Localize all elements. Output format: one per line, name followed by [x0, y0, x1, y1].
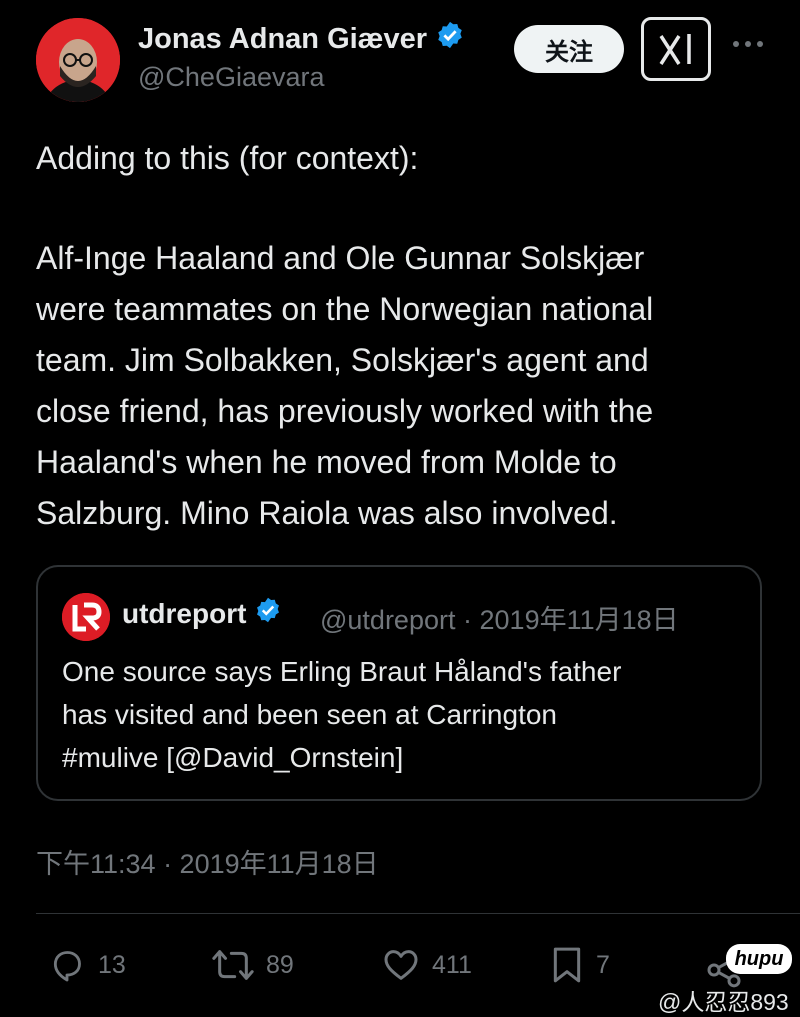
meta-separator: · — [463, 605, 472, 635]
author-avatar[interactable] — [36, 18, 120, 102]
reply-count: 13 — [98, 950, 126, 979]
like-count: 411 — [432, 950, 472, 979]
repost-icon — [212, 950, 254, 980]
tweet-text-line: Adding to this (for context): — [36, 140, 419, 176]
tweet-text-line: Alf-Inge Haaland and Ole Gunnar Solskjær — [36, 240, 645, 276]
tweet-text-line: team. Jim Solbakken, Solskjær's agent an… — [36, 342, 649, 378]
quoted-tweet-text-line: One source says Erling Braut Håland's fa… — [62, 656, 622, 687]
quoted-verified-badge-icon — [254, 596, 282, 631]
more-icon — [733, 41, 763, 47]
reply-button[interactable]: 13 — [46, 945, 126, 985]
tweet-text-line: Salzburg. Mino Raiola was also involved. — [36, 495, 618, 531]
bookmark-icon — [553, 947, 581, 983]
quoted-tweet-meta: @utdreport · 2019年11月18日 — [320, 598, 679, 637]
quoted-tweet-date: 2019年11月18日 — [479, 605, 679, 635]
quoted-author-name-text[interactable]: utdreport — [122, 598, 246, 630]
bookmark-count: 7 — [596, 950, 610, 979]
repost-count: 89 — [266, 950, 294, 979]
author-handle[interactable]: @CheGiaevara — [138, 62, 325, 93]
quoted-author-handle[interactable]: @utdreport — [320, 605, 455, 635]
author-name[interactable]: Jonas Adnan Giæver — [138, 20, 465, 58]
quoted-tweet-text-line: #mulive [@David_Ornstein] — [62, 742, 404, 773]
tweet-timestamp[interactable]: 下午11:34 · 2019年11月18日 — [36, 842, 379, 881]
follow-button[interactable]: 关注 — [514, 25, 624, 73]
more-options-button[interactable] — [726, 22, 770, 66]
quoted-author-name[interactable]: utdreport — [122, 596, 282, 631]
author-name-text[interactable]: Jonas Adnan Giæver — [138, 23, 427, 56]
hupu-logo-badge: hupu — [726, 944, 792, 974]
watermark-username: @人忍忍893 — [658, 989, 789, 1015]
quoted-author-avatar[interactable] — [62, 593, 110, 641]
divider — [36, 913, 800, 914]
tweet-text-line: Haaland's when he moved from Molde to — [36, 444, 617, 480]
like-button[interactable]: 411 — [380, 945, 472, 985]
quoted-tweet-text-line: has visited and been seen at Carrington — [62, 699, 557, 730]
reply-icon — [53, 951, 81, 982]
heart-icon — [384, 950, 418, 980]
repost-button[interactable]: 89 — [210, 945, 294, 985]
tweet-text-line: close friend, has previously worked with… — [36, 393, 654, 429]
tweet-text-line: were teammates on the Norwegian national — [36, 291, 654, 327]
grok-icon — [659, 34, 691, 65]
verified-badge-icon — [435, 20, 465, 58]
bookmark-button[interactable]: 7 — [548, 945, 610, 985]
grok-button[interactable] — [641, 17, 711, 81]
